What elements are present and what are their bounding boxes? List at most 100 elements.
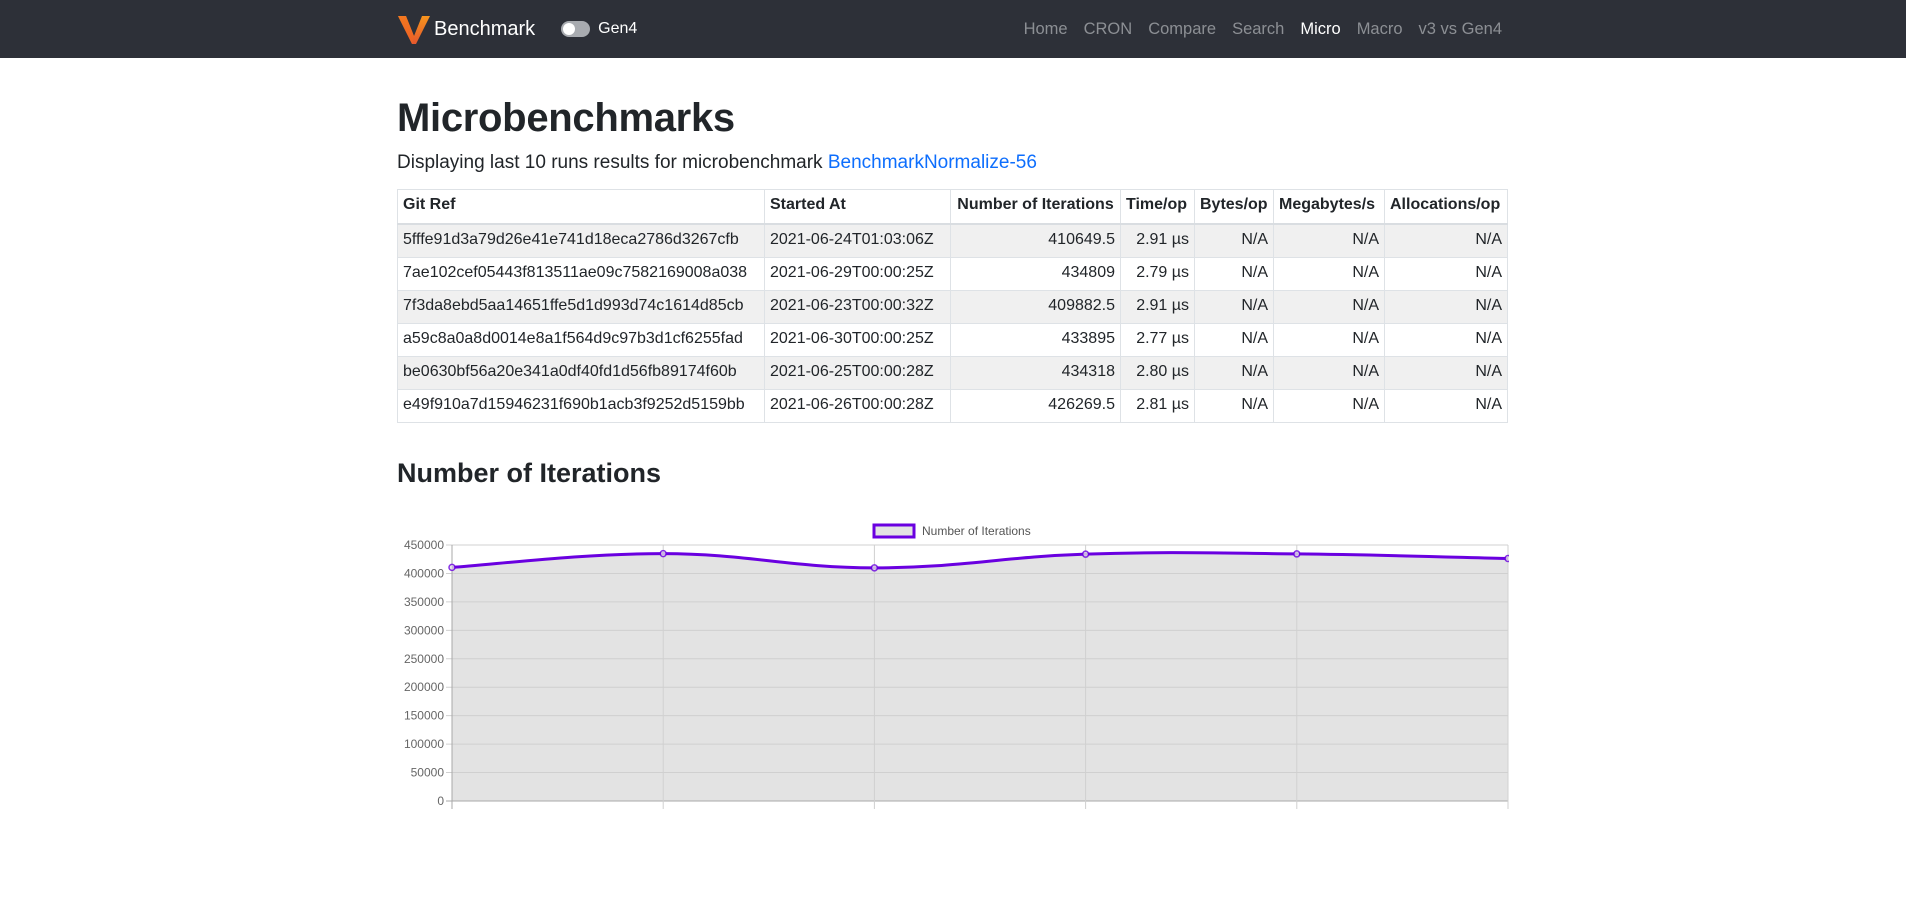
gen4-toggle-label: Gen4 bbox=[598, 20, 638, 37]
y-tick-label: 50000 bbox=[411, 766, 445, 780]
cell-allocations-op: N/A bbox=[1384, 389, 1508, 423]
cell-bytes-op: N/A bbox=[1194, 323, 1274, 357]
nav-link-cron[interactable]: CRON bbox=[1084, 20, 1133, 39]
cell-iterations: 434318 bbox=[950, 356, 1121, 390]
navbar: Benchmark Gen4 Home CRON Compare Search … bbox=[0, 0, 1906, 58]
y-tick-label: 0 bbox=[437, 794, 444, 808]
data-point bbox=[448, 564, 456, 572]
cell-git-ref: be0630bf56a20e341a0df40fd1d56fb89174f60b bbox=[397, 356, 765, 390]
header-megabytes-s: Megabytes/s bbox=[1273, 189, 1385, 225]
cell-megabytes-s: N/A bbox=[1273, 389, 1385, 423]
benchmark-link[interactable]: BenchmarkNormalize-56 bbox=[828, 152, 1037, 173]
cell-bytes-op: N/A bbox=[1194, 223, 1274, 258]
header-git-ref: Git Ref bbox=[397, 189, 765, 225]
table-header-row: Git Ref Started At Number of Iterations … bbox=[397, 189, 1508, 225]
cell-megabytes-s: N/A bbox=[1273, 356, 1385, 390]
table-row: 7ae102cef05443f813511ae09c7582169008a038… bbox=[397, 257, 1508, 291]
page-subtitle: Displaying last 10 runs results for micr… bbox=[397, 152, 1509, 174]
cell-started-at: 2021-06-23T00:00:32Z bbox=[764, 290, 951, 324]
gen4-toggle-group: Gen4 bbox=[561, 20, 637, 38]
gen4-toggle[interactable] bbox=[561, 21, 591, 37]
iterations-chart: 0 50000 100000 150000 200000 250000 300000 3500… bbox=[397, 511, 1509, 811]
legend-label: Number of Iterations bbox=[922, 524, 1031, 538]
cell-started-at: 2021-06-25T00:00:28Z bbox=[764, 356, 951, 390]
y-tick-label: 200000 bbox=[404, 681, 444, 695]
cell-bytes-op: N/A bbox=[1194, 389, 1274, 423]
data-point bbox=[870, 564, 879, 572]
nav-link-home[interactable]: Home bbox=[1024, 20, 1068, 39]
y-tick-label: 100000 bbox=[404, 738, 444, 752]
cell-bytes-op: N/A bbox=[1194, 257, 1274, 291]
toggle-knob bbox=[563, 23, 576, 35]
cell-time-op: 2.91 µs bbox=[1120, 223, 1195, 258]
main-content: Microbenchmarks Displaying last 10 runs … bbox=[397, 94, 1509, 811]
table-row: 5fffe91d3a79d26e41e741d18eca2786d3267cfb… bbox=[397, 223, 1508, 258]
cell-started-at: 2021-06-24T01:03:06Z bbox=[764, 223, 951, 258]
cell-time-op: 2.81 µs bbox=[1120, 389, 1195, 423]
y-tick-label: 350000 bbox=[404, 595, 444, 609]
nav-link-compare[interactable]: Compare bbox=[1148, 20, 1216, 39]
cell-time-op: 2.79 µs bbox=[1120, 257, 1195, 291]
cell-bytes-op: N/A bbox=[1194, 356, 1274, 390]
data-point bbox=[1504, 555, 1509, 563]
data-point bbox=[659, 550, 667, 558]
y-tick-label: 300000 bbox=[404, 624, 444, 638]
cell-megabytes-s: N/A bbox=[1273, 257, 1385, 291]
header-allocations-op: Allocations/op bbox=[1384, 189, 1508, 225]
cell-git-ref: 5fffe91d3a79d26e41e741d18eca2786d3267cfb bbox=[397, 223, 765, 258]
cell-allocations-op: N/A bbox=[1384, 356, 1508, 390]
header-time-op: Time/op bbox=[1120, 189, 1195, 225]
legend-swatch bbox=[872, 523, 916, 539]
cell-time-op: 2.77 µs bbox=[1120, 323, 1195, 357]
header-bytes-op: Bytes/op bbox=[1194, 189, 1274, 225]
cell-git-ref: 7ae102cef05443f813511ae09c7582169008a038 bbox=[397, 257, 765, 291]
series-area bbox=[452, 553, 1508, 802]
cell-megabytes-s: N/A bbox=[1273, 323, 1385, 357]
nav-link-macro[interactable]: Macro bbox=[1357, 20, 1403, 39]
cell-allocations-op: N/A bbox=[1384, 257, 1508, 291]
y-tick-label: 150000 bbox=[404, 709, 444, 723]
table-row: e49f910a7d15946231f690b1acb3f9252d5159bb… bbox=[397, 389, 1508, 423]
cell-started-at: 2021-06-29T00:00:25Z bbox=[764, 257, 951, 291]
table-row: be0630bf56a20e341a0df40fd1d56fb89174f60b… bbox=[397, 356, 1508, 390]
brand[interactable]: Benchmark Gen4 bbox=[397, 12, 637, 46]
cell-allocations-op: N/A bbox=[1384, 323, 1508, 357]
table-row: a59c8a0a8d0014e8a1f564d9c97b3d1cf6255fad… bbox=[397, 323, 1508, 357]
cell-started-at: 2021-06-30T00:00:25Z bbox=[764, 323, 951, 357]
nav-link-search[interactable]: Search bbox=[1232, 20, 1284, 39]
vitess-logo-icon bbox=[397, 12, 431, 46]
runs-table: Git Ref Started At Number of Iterations … bbox=[397, 189, 1508, 423]
cell-iterations: 433895 bbox=[950, 323, 1121, 357]
brand-name: Benchmark bbox=[434, 17, 536, 40]
cell-iterations: 434809 bbox=[950, 257, 1121, 291]
header-started-at: Started At bbox=[764, 189, 951, 225]
cell-allocations-op: N/A bbox=[1384, 223, 1508, 258]
cell-iterations: 410649.5 bbox=[950, 223, 1121, 258]
subtitle-text: Displaying last 10 runs results for micr… bbox=[397, 152, 828, 173]
cell-git-ref: 7f3da8ebd5aa14651ffe5d1d993d74c1614d85cb bbox=[397, 290, 765, 324]
cell-git-ref: e49f910a7d15946231f690b1acb3f9252d5159bb bbox=[397, 389, 765, 423]
y-tick-label: 450000 bbox=[404, 538, 444, 552]
header-iterations: Number of Iterations bbox=[950, 189, 1121, 225]
cell-allocations-op: N/A bbox=[1384, 290, 1508, 324]
cell-time-op: 2.91 µs bbox=[1120, 290, 1195, 324]
nav-links: Home CRON Compare Search Micro Macro v3 … bbox=[1008, 20, 1502, 39]
cell-megabytes-s: N/A bbox=[1273, 223, 1385, 258]
iterations-chart-svg: 0 50000 100000 150000 200000 250000 300000 3500… bbox=[404, 523, 1509, 810]
iterations-section-title: Number of Iterations bbox=[397, 458, 662, 488]
data-point bbox=[1293, 550, 1301, 559]
cell-iterations: 426269.5 bbox=[950, 389, 1121, 423]
y-tick-label: 400000 bbox=[404, 567, 444, 581]
cell-megabytes-s: N/A bbox=[1273, 290, 1385, 324]
cell-git-ref: a59c8a0a8d0014e8a1f564d9c97b3d1cf6255fad bbox=[397, 323, 765, 357]
data-point bbox=[1081, 550, 1090, 559]
cell-started-at: 2021-06-26T00:00:28Z bbox=[764, 389, 951, 423]
y-tick-label: 250000 bbox=[404, 652, 444, 666]
cell-iterations: 409882.5 bbox=[950, 290, 1121, 324]
nav-link-v3-vs-gen4[interactable]: v3 vs Gen4 bbox=[1419, 20, 1502, 39]
cell-bytes-op: N/A bbox=[1194, 290, 1274, 324]
table-row: 7f3da8ebd5aa14651ffe5d1d993d74c1614d85cb… bbox=[397, 290, 1508, 324]
page-title: Microbenchmarks bbox=[397, 96, 735, 140]
cell-time-op: 2.80 µs bbox=[1120, 356, 1195, 390]
nav-link-micro[interactable]: Micro bbox=[1300, 20, 1340, 39]
